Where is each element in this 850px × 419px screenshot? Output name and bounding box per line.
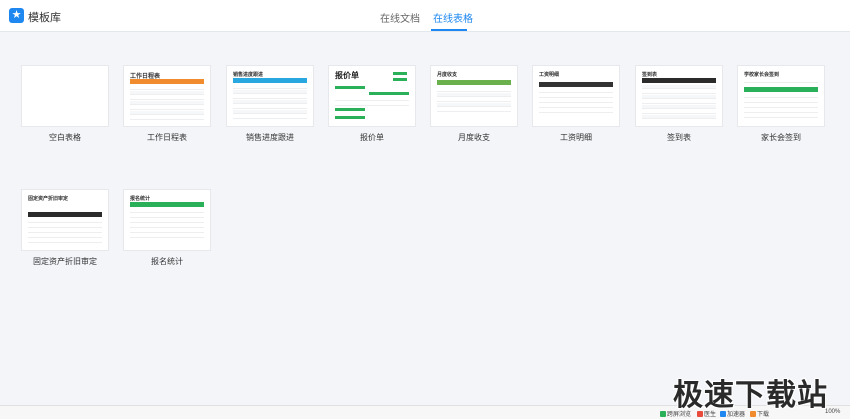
template-label: 工资明细	[560, 133, 592, 142]
watermark: 极速下载站	[673, 378, 828, 413]
template-thumbnail: 报价单	[328, 65, 416, 127]
template-label: 固定资产折旧审定	[33, 257, 97, 266]
thumb-title: 月度收支	[437, 72, 458, 78]
template-label: 报名统计	[151, 257, 183, 266]
tab-online-sheets[interactable]: 在线表格	[433, 10, 473, 25]
template-thumbnail: 工资明细	[532, 65, 620, 127]
template-thumbnail: 月度收支	[430, 65, 518, 127]
template-card-parent-meeting[interactable]: 学校家长会签到 家长会签到	[737, 65, 825, 143]
template-card-quotation[interactable]: 报价单 报价单	[328, 65, 416, 143]
thumb-title: 学校家长会签到	[744, 72, 780, 78]
template-thumbnail: 工作日程表	[123, 65, 211, 127]
active-tab-indicator	[431, 29, 467, 31]
template-thumbnail: 学校家长会签到	[737, 65, 825, 127]
tab-online-docs[interactable]: 在线文档	[380, 10, 420, 25]
thumb-title: 工资明细	[539, 72, 560, 78]
template-label: 空白表格	[49, 133, 81, 142]
template-label: 销售进度跟进	[246, 133, 294, 142]
app-logo-icon: ★	[9, 8, 24, 23]
template-thumbnail	[21, 65, 109, 127]
template-thumbnail: 固定资产折旧审定	[21, 189, 109, 251]
top-bar: ★ 模板库 在线文档 在线表格	[0, 0, 850, 32]
template-card-sales-progress[interactable]: 销售进度跟进 销售进度跟进	[226, 65, 314, 143]
template-card-sign-in[interactable]: 签到表 签到表	[635, 65, 723, 143]
app-title: 模板库	[28, 12, 61, 24]
template-card-monthly-budget[interactable]: 月度收支 月度收支	[430, 65, 518, 143]
template-label: 签到表	[667, 133, 691, 142]
template-card-registration-stats[interactable]: 报名统计 报名统计	[123, 189, 211, 267]
template-label: 月度收支	[458, 133, 490, 142]
thumb-title: 报价单	[335, 71, 359, 80]
template-label: 家长会签到	[761, 133, 801, 142]
template-thumbnail: 报名统计	[123, 189, 211, 251]
template-card-asset-depreciation[interactable]: 固定资产折旧审定 固定资产折旧审定	[21, 189, 109, 267]
template-label: 工作日程表	[147, 133, 187, 142]
template-thumbnail: 销售进度跟进	[226, 65, 314, 127]
template-card-blank[interactable]: 空白表格	[21, 65, 109, 143]
thumb-title: 报名统计	[130, 196, 151, 202]
thumb-title: 固定资产折旧审定	[28, 196, 69, 202]
template-thumbnail: 签到表	[635, 65, 723, 127]
template-label: 报价单	[360, 133, 384, 142]
template-card-payroll[interactable]: 工资明细 工资明细	[532, 65, 620, 143]
thumb-title: 签到表	[642, 72, 658, 78]
phone-icon	[660, 411, 666, 417]
template-card-work-schedule[interactable]: 工作日程表 工作日程表	[123, 65, 211, 143]
thumb-title: 销售进度跟进	[233, 72, 264, 78]
